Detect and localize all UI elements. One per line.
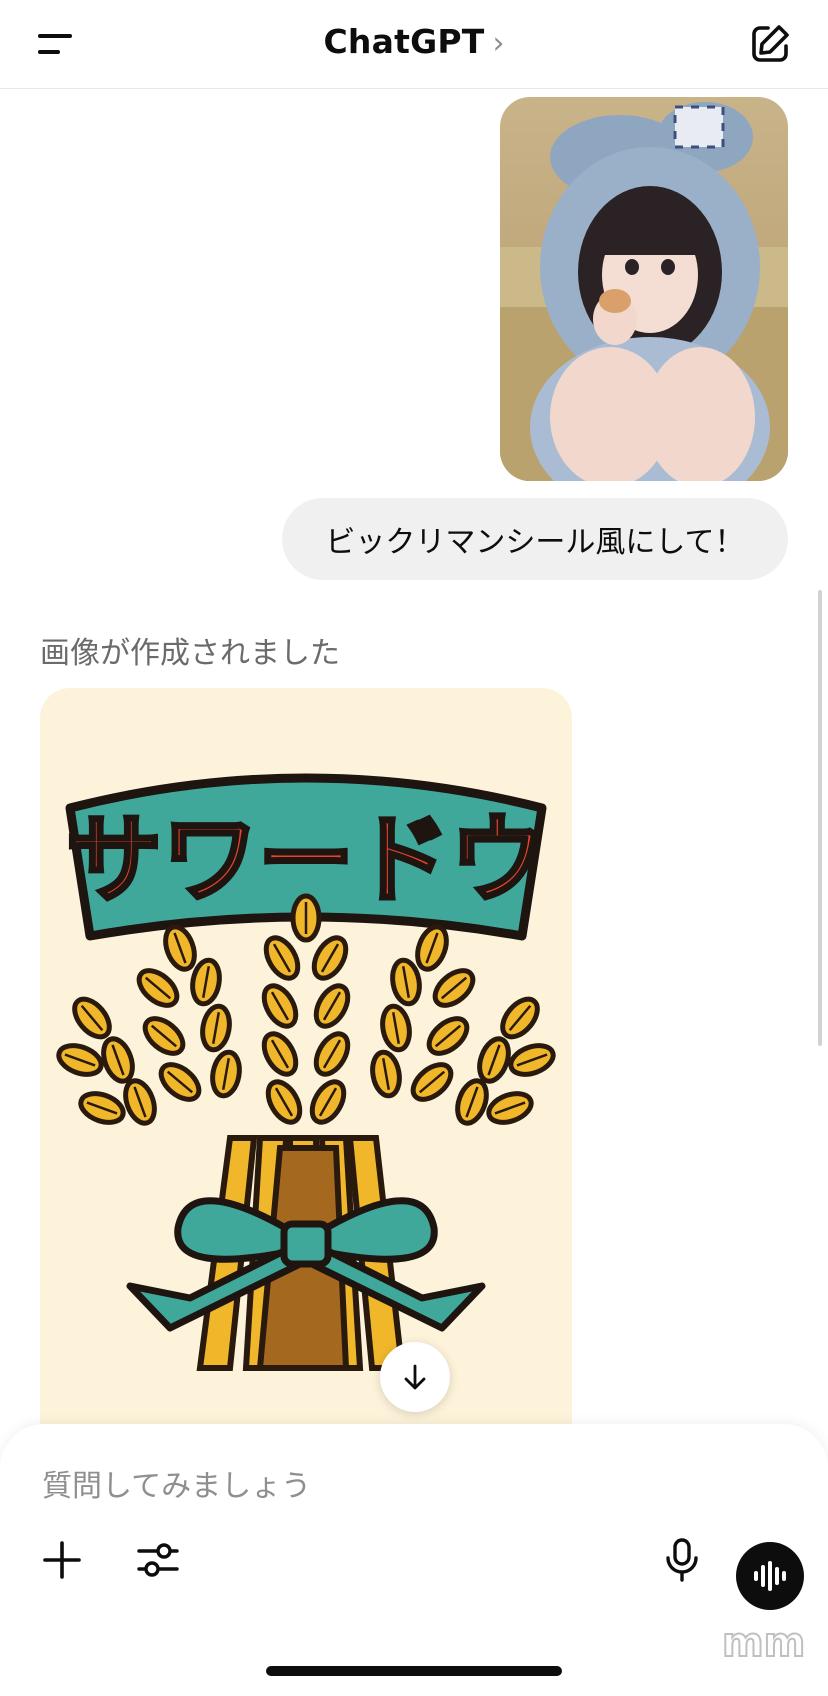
watermark-logo: mm: [721, 1619, 806, 1667]
voice-waveform-icon: [754, 1561, 786, 1591]
new-chat-button[interactable]: [746, 20, 794, 68]
scrollbar[interactable]: [818, 590, 822, 1046]
top-bar: ChatGPT ›: [0, 0, 828, 89]
tools-button[interactable]: [128, 1530, 188, 1590]
generated-image[interactable]: サワードウ: [40, 688, 572, 1428]
app-title[interactable]: ChatGPT: [324, 22, 485, 61]
attach-button[interactable]: [32, 1530, 92, 1590]
chevron-right-icon: ›: [492, 26, 505, 61]
dictation-button[interactable]: [652, 1530, 712, 1590]
arrow-down-icon: [404, 1364, 426, 1390]
user-message-text: ビックリマンシール風にして！: [325, 525, 745, 560]
user-uploaded-photo[interactable]: [500, 97, 788, 481]
voice-mode-button[interactable]: [736, 1542, 804, 1610]
sliders-icon: [137, 1543, 179, 1577]
plus-icon: [43, 1541, 81, 1579]
composer: [0, 1424, 828, 1696]
microphone-icon: [666, 1538, 698, 1582]
scroll-to-bottom-button[interactable]: [380, 1342, 450, 1412]
model-selector[interactable]: ChatGPT ›: [0, 22, 828, 61]
compose-icon: [752, 25, 789, 62]
user-message-bubble: ビックリマンシール風にして！: [282, 498, 788, 580]
prompt-input[interactable]: [40, 1460, 744, 1512]
image-created-label: 画像が作成されました: [40, 636, 340, 671]
home-indicator: [266, 1666, 562, 1676]
